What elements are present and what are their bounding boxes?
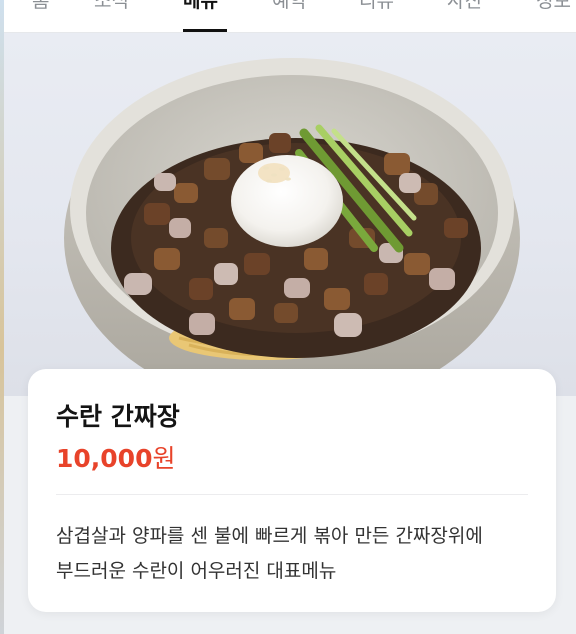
menu-item-photo: [4, 33, 576, 396]
tab-menu[interactable]: 메뉴: [183, 0, 218, 16]
dish-name: 수란 간짜장: [56, 402, 180, 431]
tab-review[interactable]: 리뷰: [359, 0, 394, 16]
tab-reservation[interactable]: 예약: [272, 0, 307, 16]
divider: [56, 494, 528, 495]
tab-news[interactable]: 소식: [94, 0, 129, 16]
price-amount: 10,000: [56, 444, 153, 473]
tab-info[interactable]: 정보: [536, 0, 571, 16]
dish-description: 삼겹살과 양파를 센 불에 빠르게 볶아 만든 간짜장위에 부드러운 수란이 어…: [56, 525, 483, 582]
tab-photo[interactable]: 사진: [447, 0, 482, 16]
menu-item-card: 수란 간짜장 10,000원 삼겹살과 양파를 센 불에 빠르게 볶아 만든 간…: [28, 369, 556, 612]
price-unit: 원: [152, 444, 176, 473]
active-tab-indicator: [183, 29, 227, 32]
tab-bar: 홈 소식 메뉴 예약 리뷰 사진 정보: [4, 0, 576, 33]
tab-home[interactable]: 홈: [32, 0, 49, 16]
dish-price: 10,000원: [56, 439, 176, 475]
